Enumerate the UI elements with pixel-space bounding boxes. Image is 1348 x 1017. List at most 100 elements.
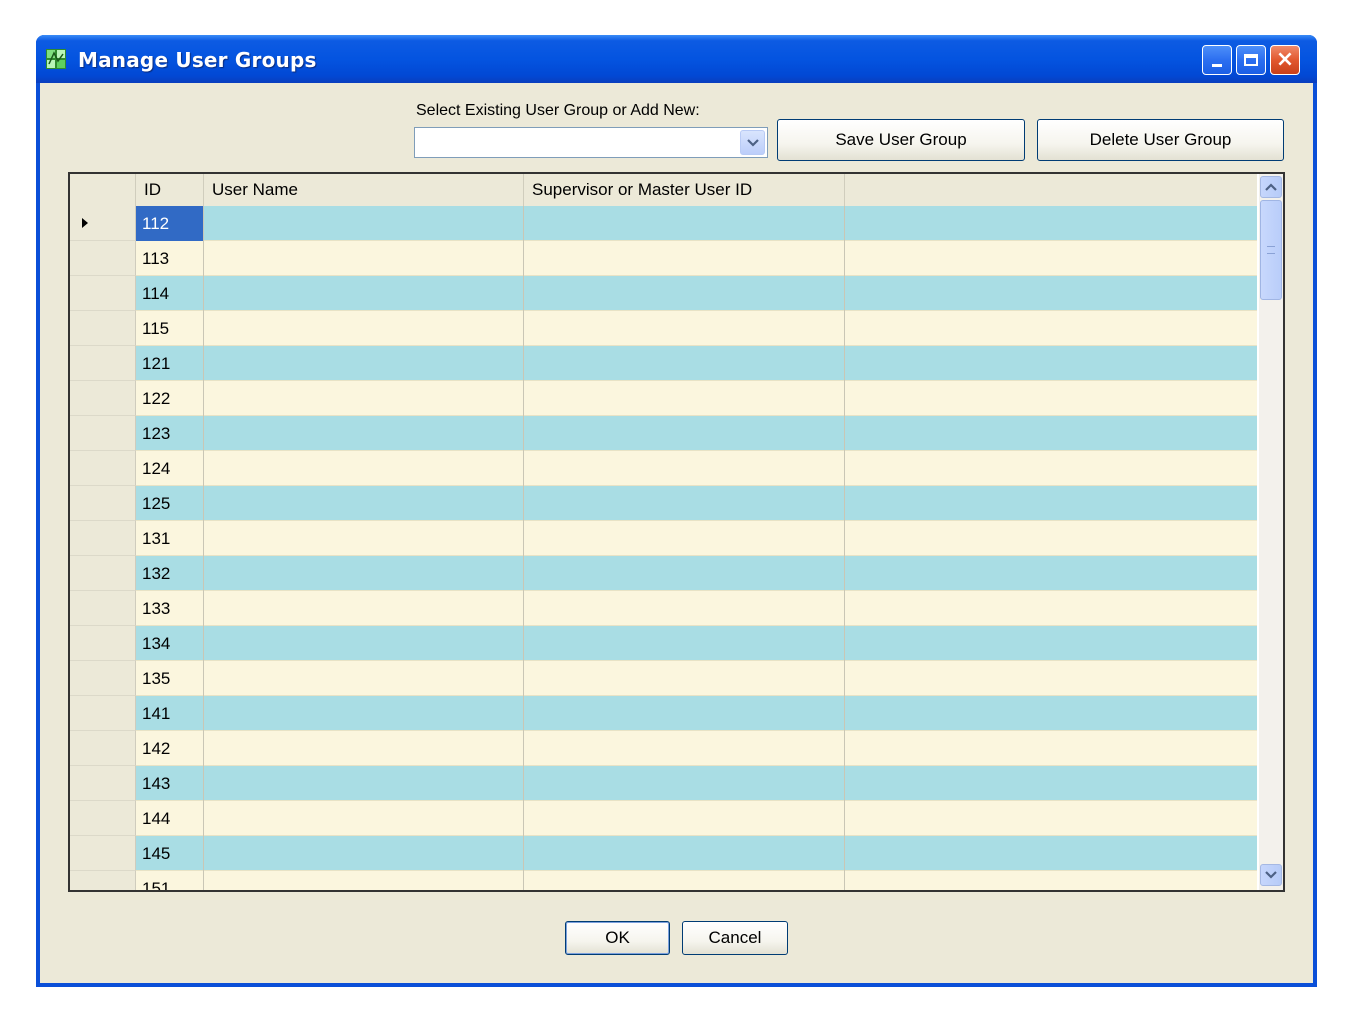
cell-extra[interactable]	[845, 661, 1257, 696]
table-row[interactable]: 115	[70, 311, 1257, 346]
cell-supervisor[interactable]	[524, 381, 845, 416]
cell-id[interactable]: 122	[136, 381, 204, 416]
cell-id[interactable]: 144	[136, 801, 204, 836]
cell-id[interactable]: 142	[136, 731, 204, 766]
cell-user-name[interactable]	[204, 591, 524, 626]
table-row[interactable]: 122	[70, 381, 1257, 416]
user-group-grid[interactable]: ID User Name Supervisor or Master User I…	[68, 172, 1285, 892]
row-header[interactable]	[70, 591, 136, 626]
cell-supervisor[interactable]	[524, 661, 845, 696]
table-row[interactable]: 133	[70, 591, 1257, 626]
cell-user-name[interactable]	[204, 731, 524, 766]
cell-user-name[interactable]	[204, 801, 524, 836]
cell-supervisor[interactable]	[524, 486, 845, 521]
cell-supervisor[interactable]	[524, 241, 845, 276]
cell-id[interactable]: 121	[136, 346, 204, 381]
cell-user-name[interactable]	[204, 871, 524, 890]
scrollbar-thumb[interactable]	[1260, 200, 1282, 300]
cell-user-name[interactable]	[204, 451, 524, 486]
row-header[interactable]	[70, 381, 136, 416]
row-header[interactable]	[70, 696, 136, 731]
cell-user-name[interactable]	[204, 661, 524, 696]
row-header[interactable]	[70, 626, 136, 661]
row-header[interactable]	[70, 206, 136, 241]
row-header[interactable]	[70, 836, 136, 871]
cell-id[interactable]: 134	[136, 626, 204, 661]
cell-supervisor[interactable]	[524, 416, 845, 451]
cell-user-name[interactable]	[204, 206, 524, 241]
cell-supervisor[interactable]	[524, 871, 845, 890]
cell-id[interactable]: 124	[136, 451, 204, 486]
cell-extra[interactable]	[845, 836, 1257, 871]
row-header[interactable]	[70, 451, 136, 486]
cell-id[interactable]: 151	[136, 871, 204, 890]
cell-supervisor[interactable]	[524, 276, 845, 311]
cell-user-name[interactable]	[204, 626, 524, 661]
table-row[interactable]: 143	[70, 766, 1257, 801]
cell-extra[interactable]	[845, 591, 1257, 626]
cell-extra[interactable]	[845, 346, 1257, 381]
cell-extra[interactable]	[845, 451, 1257, 486]
cell-user-name[interactable]	[204, 311, 524, 346]
cell-id[interactable]: 131	[136, 521, 204, 556]
cell-supervisor[interactable]	[524, 206, 845, 241]
table-row[interactable]: 131	[70, 521, 1257, 556]
row-header[interactable]	[70, 346, 136, 381]
cell-supervisor[interactable]	[524, 591, 845, 626]
ok-button[interactable]: OK	[565, 921, 670, 955]
cell-id[interactable]: 143	[136, 766, 204, 801]
vertical-scrollbar[interactable]	[1259, 174, 1283, 890]
cell-user-name[interactable]	[204, 276, 524, 311]
row-header[interactable]	[70, 486, 136, 521]
cell-supervisor[interactable]	[524, 836, 845, 871]
cell-id[interactable]: 123	[136, 416, 204, 451]
cell-id[interactable]: 115	[136, 311, 204, 346]
table-row[interactable]: 113	[70, 241, 1257, 276]
column-header-id[interactable]: ID	[136, 174, 204, 206]
cell-supervisor[interactable]	[524, 311, 845, 346]
chevron-up-icon[interactable]	[1260, 176, 1282, 198]
cell-supervisor[interactable]	[524, 451, 845, 486]
cell-extra[interactable]	[845, 556, 1257, 591]
cell-extra[interactable]	[845, 381, 1257, 416]
cell-id[interactable]: 141	[136, 696, 204, 731]
cell-id[interactable]: 125	[136, 486, 204, 521]
row-header[interactable]	[70, 871, 136, 890]
cell-user-name[interactable]	[204, 836, 524, 871]
cell-user-name[interactable]	[204, 416, 524, 451]
row-header[interactable]	[70, 661, 136, 696]
table-row[interactable]: 142	[70, 731, 1257, 766]
table-row[interactable]: 144	[70, 801, 1257, 836]
cell-id[interactable]: 145	[136, 836, 204, 871]
chevron-down-icon[interactable]	[1260, 864, 1282, 886]
row-header[interactable]	[70, 766, 136, 801]
table-row[interactable]: 114	[70, 276, 1257, 311]
cell-user-name[interactable]	[204, 696, 524, 731]
cell-extra[interactable]	[845, 766, 1257, 801]
cell-user-name[interactable]	[204, 556, 524, 591]
cell-supervisor[interactable]	[524, 696, 845, 731]
table-row[interactable]: 112	[70, 206, 1257, 241]
row-header[interactable]	[70, 311, 136, 346]
cell-extra[interactable]	[845, 801, 1257, 836]
cell-extra[interactable]	[845, 486, 1257, 521]
column-header-supervisor[interactable]: Supervisor or Master User ID	[524, 174, 845, 206]
cell-extra[interactable]	[845, 626, 1257, 661]
cell-id[interactable]: 133	[136, 591, 204, 626]
user-group-combobox[interactable]	[414, 127, 768, 158]
maximize-button[interactable]	[1236, 45, 1266, 75]
close-button[interactable]: ×	[1270, 45, 1300, 75]
row-header[interactable]	[70, 241, 136, 276]
row-header[interactable]	[70, 731, 136, 766]
cell-supervisor[interactable]	[524, 731, 845, 766]
table-row[interactable]: 123	[70, 416, 1257, 451]
cell-extra[interactable]	[845, 311, 1257, 346]
cell-supervisor[interactable]	[524, 801, 845, 836]
column-header-user-name[interactable]: User Name	[204, 174, 524, 206]
minimize-button[interactable]	[1202, 45, 1232, 75]
table-row[interactable]: 121	[70, 346, 1257, 381]
cell-user-name[interactable]	[204, 346, 524, 381]
cell-user-name[interactable]	[204, 381, 524, 416]
title-bar[interactable]: Manage User Groups ×	[36, 35, 1317, 83]
table-row[interactable]: 141	[70, 696, 1257, 731]
